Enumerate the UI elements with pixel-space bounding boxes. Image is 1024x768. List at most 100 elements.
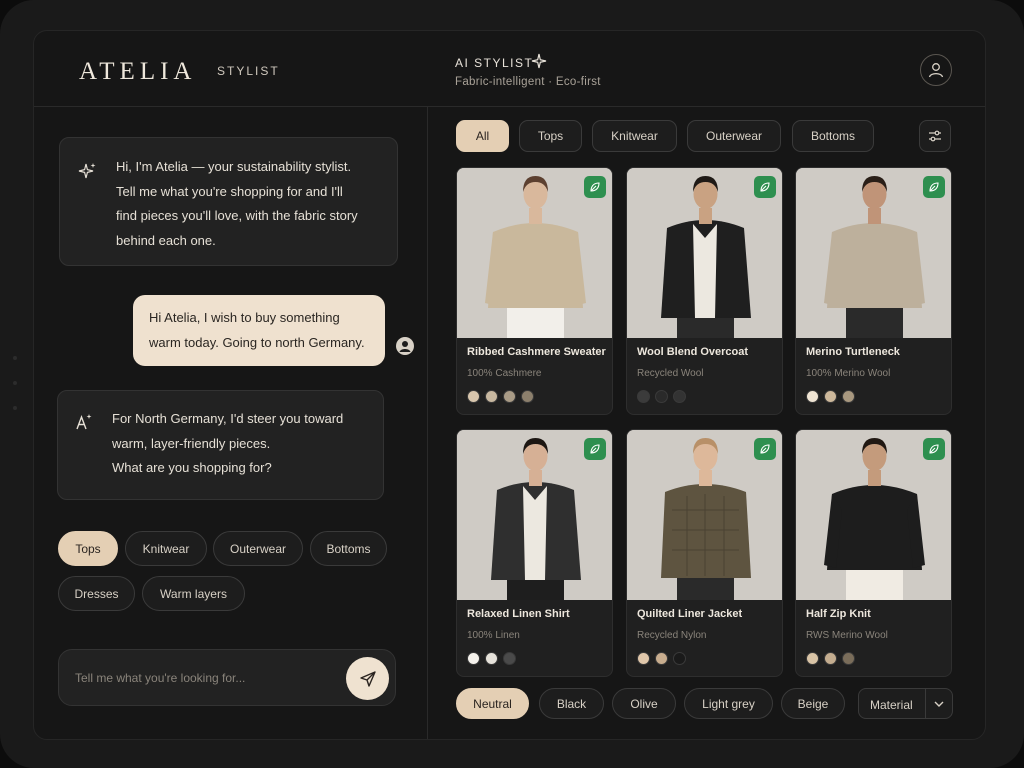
color-swatch[interactable]	[521, 390, 534, 403]
product-material: 100% Merino Wool	[806, 368, 891, 379]
color-swatches	[637, 390, 686, 403]
product-image	[457, 168, 612, 338]
material-dropdown-label: Material	[870, 698, 913, 712]
assistant-message: Hi, I'm Atelia — your sustainability sty…	[59, 137, 398, 266]
eco-leaf-badge	[923, 176, 945, 198]
chevron-down-icon	[934, 701, 944, 707]
color-swatch[interactable]	[503, 390, 516, 403]
color-swatches	[467, 390, 534, 403]
product-image	[627, 168, 782, 338]
color-swatch[interactable]	[467, 652, 480, 665]
quick-reply-tops[interactable]: Tops	[58, 531, 118, 566]
color-filter-olive[interactable]: Olive	[612, 688, 676, 719]
product-card[interactable]: Merino Turtleneck 100% Merino Wool	[795, 167, 952, 415]
filter-settings-button[interactable]	[919, 120, 951, 152]
bezel-sensor	[13, 406, 17, 410]
leaf-icon	[590, 182, 600, 192]
tab-bottoms[interactable]: Bottoms	[792, 120, 874, 152]
user-message: Hi Atelia, I wish to buy something warm …	[133, 295, 385, 366]
leaf-icon	[760, 444, 770, 454]
user-icon	[928, 63, 944, 78]
sparkle-icon	[78, 163, 96, 179]
color-swatch[interactable]	[655, 390, 668, 403]
bezel-sensor	[13, 356, 17, 360]
panel-divider	[427, 107, 428, 739]
leaf-icon	[760, 182, 770, 192]
color-swatch[interactable]	[637, 390, 650, 403]
color-swatches	[637, 652, 686, 665]
header-title: AI STYLIST	[455, 56, 534, 70]
color-swatch[interactable]	[673, 390, 686, 403]
product-material: Recycled Nylon	[637, 630, 707, 641]
color-swatches	[467, 652, 516, 665]
product-card[interactable]: Ribbed Cashmere Sweater 100% Cashmere	[456, 167, 613, 415]
product-name: Relaxed Linen Shirt	[467, 608, 570, 620]
color-filter-beige[interactable]: Beige	[781, 688, 845, 719]
eco-leaf-badge	[923, 438, 945, 460]
color-swatches	[806, 652, 855, 665]
message-text: For North Germany, I'd steer you toward …	[112, 411, 344, 475]
color-filter-light-grey[interactable]: Light grey	[684, 688, 773, 719]
material-dropdown[interactable]: Material	[858, 688, 953, 719]
dropdown-divider	[925, 689, 926, 718]
color-swatch[interactable]	[842, 390, 855, 403]
eco-leaf-badge	[584, 176, 606, 198]
product-card[interactable]: Relaxed Linen Shirt 100% Linen	[456, 429, 613, 677]
send-button[interactable]	[346, 657, 389, 700]
tab-tops[interactable]: Tops	[519, 120, 582, 152]
product-material: Recycled Wool	[637, 368, 704, 379]
eco-leaf-badge	[754, 176, 776, 198]
color-swatch[interactable]	[673, 652, 686, 665]
message-text: Hi Atelia, I wish to buy something warm …	[149, 310, 365, 350]
quick-reply-dresses[interactable]: Dresses	[58, 576, 135, 611]
sliders-icon	[929, 130, 941, 142]
assistant-message: For North Germany, I'd steer you toward …	[57, 390, 384, 500]
send-icon	[359, 670, 376, 687]
tab-outerwear[interactable]: Outerwear	[687, 120, 781, 152]
color-swatch[interactable]	[824, 652, 837, 665]
color-swatch[interactable]	[842, 652, 855, 665]
eco-leaf-badge	[584, 438, 606, 460]
color-swatch[interactable]	[485, 652, 498, 665]
chat-input-box	[58, 649, 396, 706]
color-swatch[interactable]	[824, 390, 837, 403]
profile-button[interactable]	[920, 54, 952, 86]
color-filter-black[interactable]: Black	[539, 688, 604, 719]
quick-reply-bottoms[interactable]: Bottoms	[310, 531, 387, 566]
product-card[interactable]: Quilted Liner Jacket Recycled Nylon	[626, 429, 783, 677]
color-swatch[interactable]	[655, 652, 668, 665]
chat-input[interactable]	[75, 668, 335, 688]
product-card[interactable]: Half Zip Knit RWS Merino Wool	[795, 429, 952, 677]
leaf-icon	[590, 444, 600, 454]
color-swatch[interactable]	[806, 390, 819, 403]
product-image	[627, 430, 782, 600]
ai-text-icon	[76, 414, 92, 430]
color-swatch[interactable]	[467, 390, 480, 403]
eco-leaf-badge	[754, 438, 776, 460]
product-material: 100% Linen	[467, 630, 520, 641]
color-swatch[interactable]	[503, 652, 516, 665]
tablet-frame: ATELIA STYLIST AI STYLIST Fabric-intelli…	[0, 0, 1024, 768]
product-name: Quilted Liner Jacket	[637, 608, 743, 620]
product-name: Half Zip Knit	[806, 608, 871, 620]
sparkle-icon	[531, 53, 547, 69]
quick-reply-outerwear[interactable]: Outerwear	[213, 531, 303, 566]
quick-reply-warm-layers[interactable]: Warm layers	[142, 576, 245, 611]
header-subtitle: Fabric-intelligent · Eco-first	[455, 76, 601, 88]
color-swatch[interactable]	[485, 390, 498, 403]
color-swatch[interactable]	[637, 652, 650, 665]
bezel-sensor	[13, 381, 17, 385]
brand-logo: ATELIA	[79, 58, 197, 85]
message-text: Hi, I'm Atelia — your sustainability sty…	[116, 159, 358, 248]
color-swatch[interactable]	[806, 652, 819, 665]
user-avatar-icon	[396, 337, 414, 355]
tab-all[interactable]: All	[456, 120, 509, 152]
product-name: Wool Blend Overcoat	[637, 346, 749, 358]
tab-knitwear[interactable]: Knitwear	[592, 120, 677, 152]
color-filter-neutral[interactable]: Neutral	[456, 688, 529, 719]
product-material: 100% Cashmere	[467, 368, 542, 379]
leaf-icon	[929, 444, 939, 454]
product-card[interactable]: Wool Blend Overcoat Recycled Wool	[626, 167, 783, 415]
product-name: Ribbed Cashmere Sweater	[467, 346, 606, 358]
quick-reply-knitwear[interactable]: Knitwear	[125, 531, 207, 566]
